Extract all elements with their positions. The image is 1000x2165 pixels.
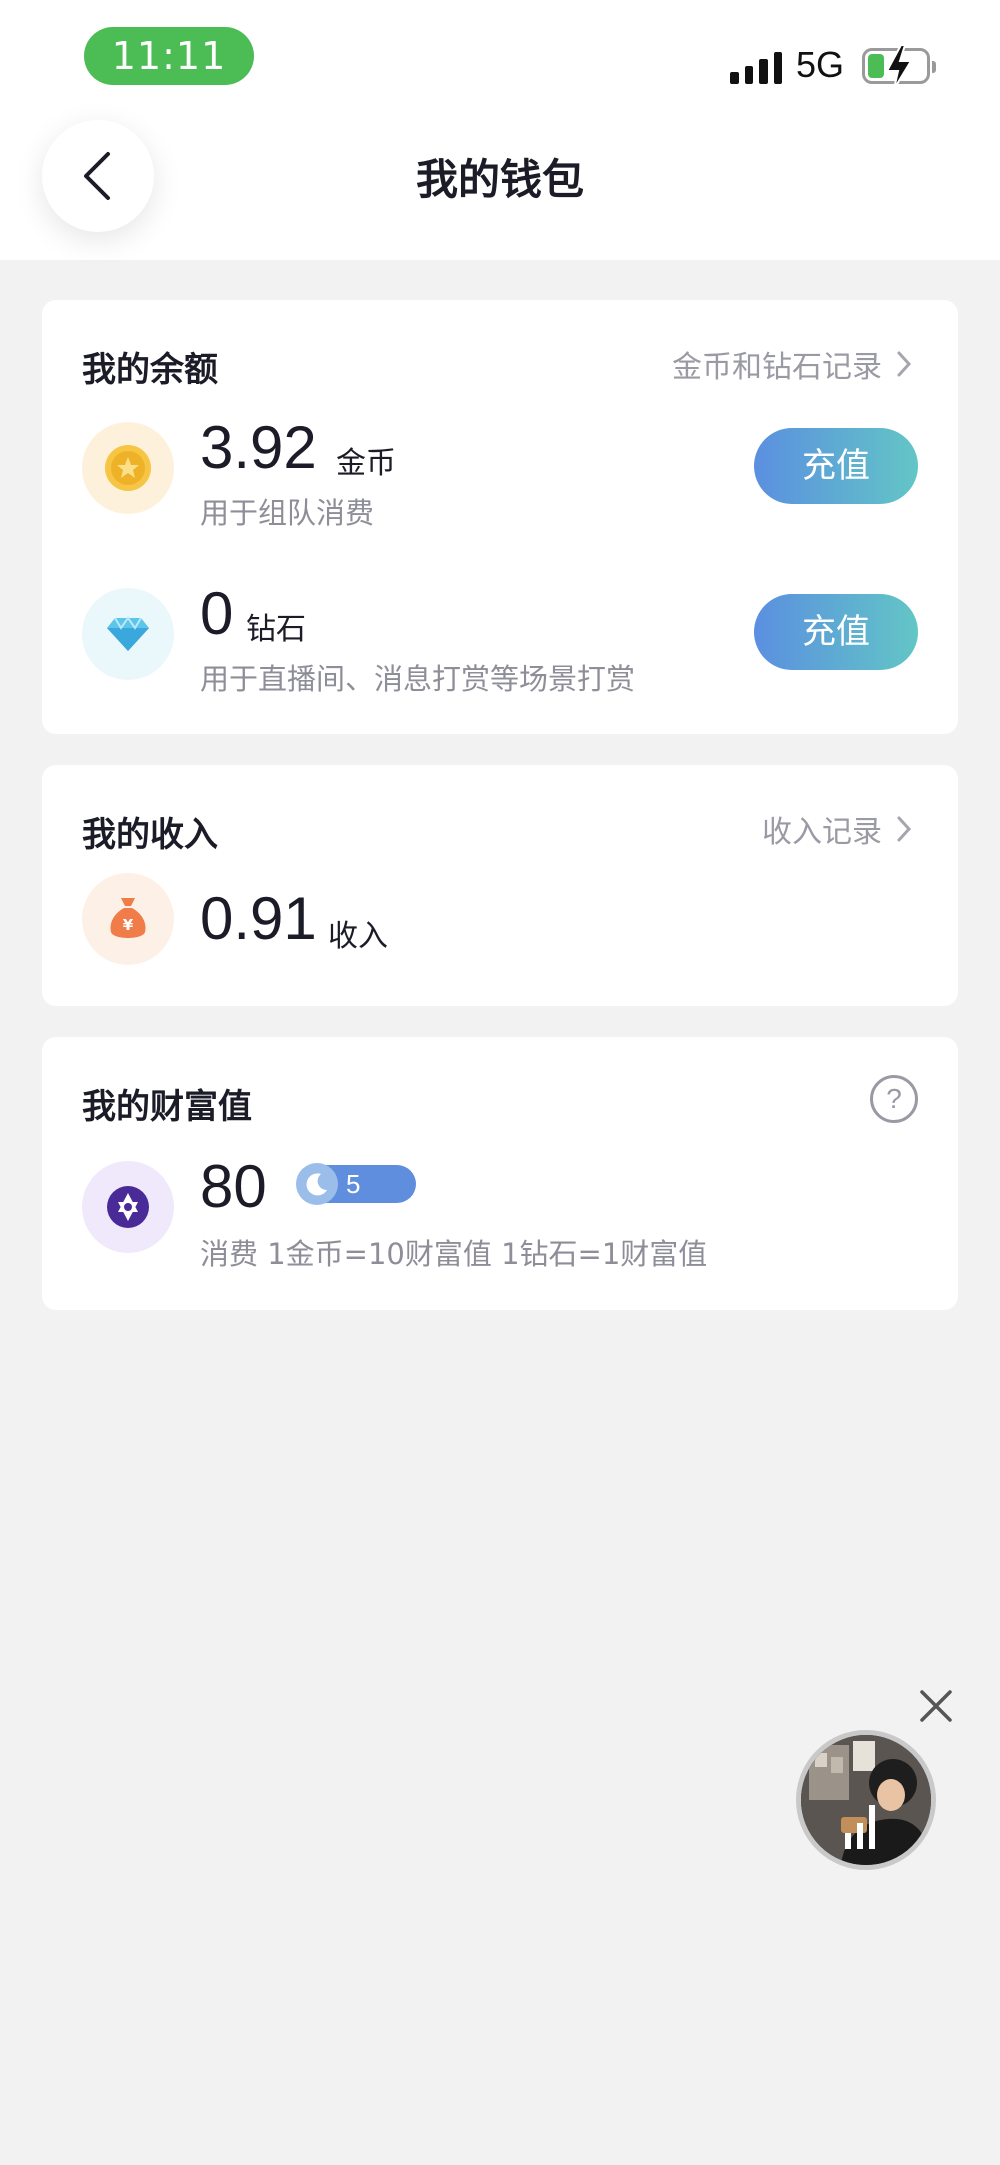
income-unit: 收入 — [328, 919, 388, 954]
wealth-desc: 消费 1金币=10财富值 1钻石=1财富值 — [200, 1237, 708, 1271]
coin-unit: 金币 — [336, 446, 396, 481]
income-records-link[interactable]: 收入记录 — [762, 807, 912, 851]
help-icon[interactable]: ? — [870, 1075, 918, 1123]
wealth-card: 我的财富值 ? 80 5 消费 1金币=10财富值 1钻石=1财富值 — [42, 1037, 958, 1310]
balance-card: 我的余额 金币和钻石记录 3.92 金币 用于组队消费 充值 0 钻石 用于直播… — [42, 300, 958, 734]
wealth-level-badge: 5 — [296, 1163, 416, 1205]
star-icon — [82, 1161, 174, 1253]
wealth-title: 我的财富值 — [82, 1087, 252, 1127]
income-card: 我的收入 收入记录 ¥ 0.91 收入 — [42, 765, 958, 1006]
diamond-desc: 用于直播间、消息打赏等场景打赏 — [200, 662, 636, 696]
network-type: 5G — [796, 44, 845, 85]
income-records-label: 收入记录 — [762, 815, 882, 850]
diamond-icon — [82, 588, 174, 680]
coin-diamond-records-link[interactable]: 金币和钻石记录 — [672, 342, 912, 386]
wealth-value: 80 — [200, 1153, 267, 1220]
chevron-right-icon — [897, 351, 912, 377]
money-bag-icon: ¥ — [82, 873, 174, 965]
coin-recharge-button[interactable]: 充值 — [754, 428, 918, 504]
chevron-right-icon — [897, 816, 912, 842]
income-title: 我的收入 — [82, 815, 218, 855]
balance-title: 我的余额 — [82, 350, 218, 390]
diamond-recharge-button[interactable]: 充值 — [754, 594, 918, 670]
page-title: 我的钱包 — [415, 155, 584, 204]
diamond-balance: 0 — [200, 580, 234, 647]
signal-icon — [730, 50, 782, 84]
status-time: 11:11 — [84, 27, 254, 85]
coin-balance: 3.92 — [200, 414, 317, 481]
wealth-level: 5 — [346, 1169, 361, 1199]
status-bar: 11:11 5G — [0, 0, 1000, 120]
moon-icon — [296, 1163, 338, 1205]
diamond-unit: 钻石 — [246, 612, 306, 647]
coin-diamond-records-label: 金币和钻石记录 — [672, 350, 882, 385]
income-value: 0.91 — [200, 885, 317, 952]
svg-text:¥: ¥ — [123, 916, 134, 934]
floating-live-avatar[interactable] — [796, 1730, 936, 1870]
close-icon[interactable] — [918, 1688, 954, 1724]
coin-desc: 用于组队消费 — [200, 496, 375, 530]
battery-icon — [862, 44, 936, 90]
gold-coin-icon — [82, 422, 174, 514]
nav-bar: 我的钱包 — [0, 120, 1000, 260]
